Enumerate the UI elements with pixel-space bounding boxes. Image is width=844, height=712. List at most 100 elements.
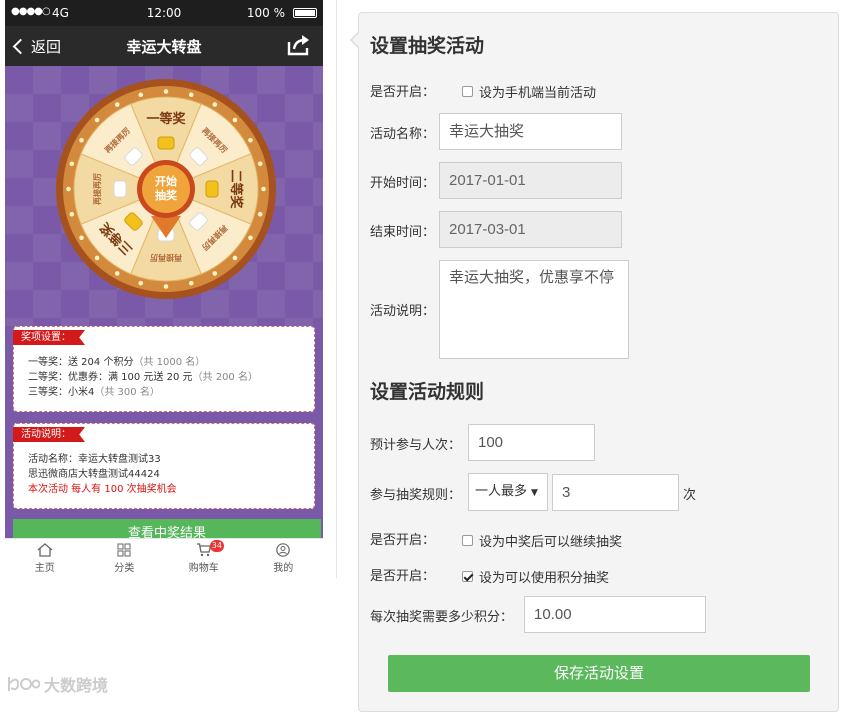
prize-settings-card: 奖项设置： 一等奖：送 204 个积分（共 1000 名） 二等奖：优惠券：满 …: [13, 326, 315, 412]
user-icon: [276, 543, 291, 557]
wheel-segment-label: 再接再厉: [92, 173, 102, 205]
use-points-checkbox[interactable]: 设为可以使用积分抽奖: [462, 567, 609, 586]
rule-label: 参与抽奖规则：: [370, 488, 462, 503]
points-label: 是否开启：: [370, 569, 436, 584]
end-date-input[interactable]: 2017-03-01: [439, 211, 622, 248]
checkbox-box[interactable]: [462, 86, 473, 97]
start-label: 开始时间：: [370, 176, 436, 191]
wheel-light-dot: [138, 280, 144, 286]
wheel-light-dot: [114, 102, 120, 107]
continue-after-win-checkbox[interactable]: 设为中奖后可以继续抽奖: [462, 531, 622, 550]
prize-count: （共 200 名）: [192, 372, 258, 383]
tab-cart[interactable]: 34 购物车: [164, 539, 244, 578]
prize-line-1: 一等奖：送 204 个积分（共 1000 名）: [28, 355, 258, 370]
activity-description-textarea[interactable]: 幸运大抽奖，优惠享不停: [439, 260, 629, 359]
wheel-light-dot: [212, 271, 218, 276]
wheel-light-dot: [69, 211, 75, 217]
divider: [336, 0, 337, 578]
wheel-stage: 一等奖 再接再厉 二等奖 再接再厉 再接再厉 三等奖 再接再厉 再接再厉 开始 抽奖: [5, 66, 323, 326]
page-title: 幸运大转盘: [126, 38, 202, 56]
status-bar: ●●●●○ 4G 12:00 100 %: [5, 0, 323, 26]
desc-card-tag: 活动说明：: [13, 427, 85, 442]
wheel-light-dot: [232, 255, 238, 261]
gift-icon: [113, 180, 127, 198]
share-icon[interactable]: [287, 34, 311, 56]
activity-description-card: 活动说明： 活动名称：幸运大转盘测试33 思迅微商店大转盘测试44424 本次活…: [13, 423, 315, 509]
caret-down-icon: ▼: [531, 488, 538, 498]
nav-bar: 返回 幸运大转盘: [5, 26, 323, 66]
save-settings-button[interactable]: 保存活动设置: [388, 655, 810, 692]
wheel-center-label-2[interactable]: 抽奖: [155, 188, 178, 202]
prize-count: （共 300 名）: [94, 387, 160, 398]
wheel-light-dot: [248, 137, 253, 143]
wheel-light-dot: [232, 117, 238, 123]
watermark-logo-icon: [8, 677, 40, 691]
checkbox-label: 设为手机端当前活动: [479, 86, 597, 101]
start-date-input[interactable]: 2017-01-01: [439, 162, 622, 199]
wheel-light-dot: [94, 255, 100, 261]
expected-participants-input[interactable]: 100: [468, 424, 595, 461]
prize-count: （共 1000 名）: [133, 357, 206, 368]
wheel-center-label-1[interactable]: 开始: [155, 174, 177, 188]
wheel-light-dot: [261, 186, 266, 192]
wheel-light-dot: [94, 117, 100, 123]
bottom-tabbar: 主页 分类 34 购物车 我的: [5, 538, 323, 578]
prize-line-3: 三等奖：小米4（共 300 名）: [28, 385, 258, 400]
category-icon: [117, 543, 131, 557]
rule-count-input[interactable]: 3: [552, 474, 679, 511]
prize-card-tag: 奖项设置：: [13, 330, 85, 345]
tab-label: 分类: [114, 563, 135, 574]
prize-text: 送 204 个积分: [68, 357, 134, 368]
wheel-segment-label: 一等奖: [146, 111, 186, 126]
wheel-segment-label: 再接再厉: [150, 253, 182, 263]
desc-line-2: 思迅微商店大转盘测试44424: [28, 469, 160, 480]
wheel-segment-label: 二等奖: [229, 169, 244, 209]
wheel-light-dot: [138, 92, 144, 98]
home-icon: [37, 543, 53, 557]
gold-coin-icon: [157, 136, 175, 150]
tab-category[interactable]: 分类: [85, 539, 165, 578]
watermark-text: 大数跨境: [44, 676, 109, 695]
prize-name: 二等奖：: [28, 372, 68, 383]
wheel-light-dot: [79, 235, 84, 241]
section-title-rules: 设置活动规则: [370, 381, 485, 403]
checkbox-label: 设为中奖后可以继续抽奖: [479, 535, 623, 550]
wheel-light-dot: [66, 186, 71, 192]
cost-label: 每次抽奖需要多少积分：: [370, 610, 514, 625]
tab-label: 购物车: [188, 563, 219, 574]
wheel-light-dot: [212, 102, 218, 107]
mobile-current-activity-checkbox[interactable]: 设为手机端当前活动: [462, 82, 596, 101]
tab-home[interactable]: 主页: [5, 539, 85, 578]
section-title-activity: 设置抽奖活动: [370, 35, 485, 57]
points-cost-input[interactable]: 10.00: [524, 596, 706, 633]
tab-label: 主页: [34, 563, 55, 574]
rule-select[interactable]: 一人最多 ▼: [468, 473, 548, 511]
desc-label: 活动说明：: [370, 304, 436, 319]
wheel-light-dot: [257, 161, 263, 167]
panel-pointer-inner: [352, 33, 359, 47]
rule-select-value: 一人最多: [475, 484, 528, 499]
enable-label: 是否开启：: [370, 85, 436, 100]
lottery-wheel: 一等奖再接再厉二等奖再接再厉再接再厉三等奖再接再厉再接再厉 开始 抽奖: [56, 79, 276, 299]
checkbox-label: 设为可以使用积分抽奖: [479, 571, 610, 586]
checkbox-box[interactable]: [462, 535, 473, 546]
activity-name-input[interactable]: 幸运大抽奖: [439, 113, 622, 150]
name-label: 活动名称：: [370, 127, 436, 142]
wheel-light-dot: [163, 284, 169, 289]
wheel-light-dot: [114, 271, 120, 276]
battery-level: 100 %: [246, 6, 285, 20]
wheel-light-dot: [188, 92, 194, 98]
expected-label: 预计参与人次：: [370, 438, 462, 453]
prize-line-2: 二等奖：优惠券：满 100 元送 20 元（共 200 名）: [28, 370, 258, 385]
tab-mine[interactable]: 我的: [244, 539, 324, 578]
wheel-light-dot: [79, 137, 84, 143]
rule-unit: 次: [683, 488, 697, 503]
gold-coin-icon: [205, 180, 219, 198]
prize-text: 小米4: [68, 387, 95, 398]
prize-list: 一等奖：送 204 个积分（共 1000 名） 二等奖：优惠券：满 100 元送…: [28, 355, 258, 400]
wheel-light-dot: [163, 89, 169, 94]
desc-text: 活动名称：幸运大转盘测试33 思迅微商店大转盘测试44424 本次活动 每人有 …: [28, 452, 177, 497]
end-label: 结束时间：: [370, 225, 436, 240]
checkbox-box[interactable]: [462, 571, 473, 582]
cart-badge: 34: [209, 540, 224, 552]
